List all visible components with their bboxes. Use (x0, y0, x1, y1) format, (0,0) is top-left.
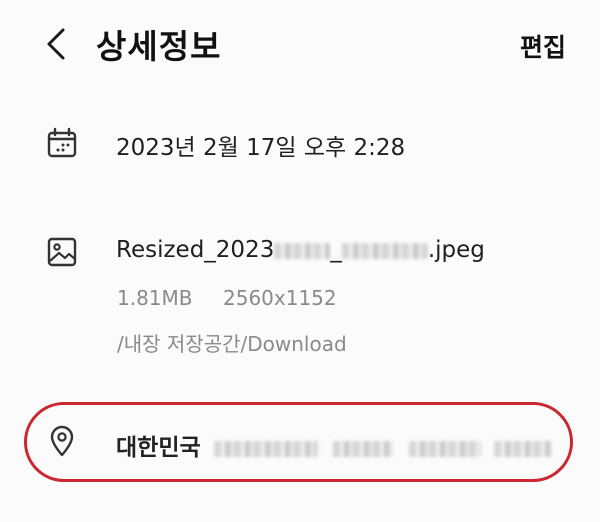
date-taken-text: 2023년 2월 17일 오후 2:28 (116, 135, 406, 161)
file-path: /내장 저장공간/Download (117, 332, 347, 356)
chevron-left-icon (47, 28, 65, 60)
calendar-icon (47, 127, 77, 158)
app-header: 상세정보 편집 (0, 0, 600, 90)
location-pin-icon (50, 425, 74, 457)
blurred-text (408, 440, 481, 457)
blurred-text (341, 242, 428, 259)
file-name: Resized_2023 _ .jpeg (116, 237, 485, 263)
file-resolution: 2560x1152 (223, 286, 337, 310)
edit-button[interactable]: 편집 (520, 28, 566, 64)
location-text[interactable]: 대한민국 (116, 428, 552, 462)
back-button[interactable] (36, 22, 76, 66)
blurred-text (493, 440, 552, 457)
file-name-separator: _ (330, 237, 342, 263)
page-title: 상세정보 (96, 27, 222, 66)
file-size: 1.81MB (117, 286, 193, 310)
image-icon (47, 237, 77, 267)
blurred-text (213, 440, 318, 457)
location-country: 대한민국 (116, 435, 201, 461)
file-name-prefix: Resized_2023 (116, 237, 275, 263)
blurred-text (333, 440, 394, 457)
file-name-extension: .jpeg (427, 237, 485, 263)
blurred-text (274, 242, 331, 259)
